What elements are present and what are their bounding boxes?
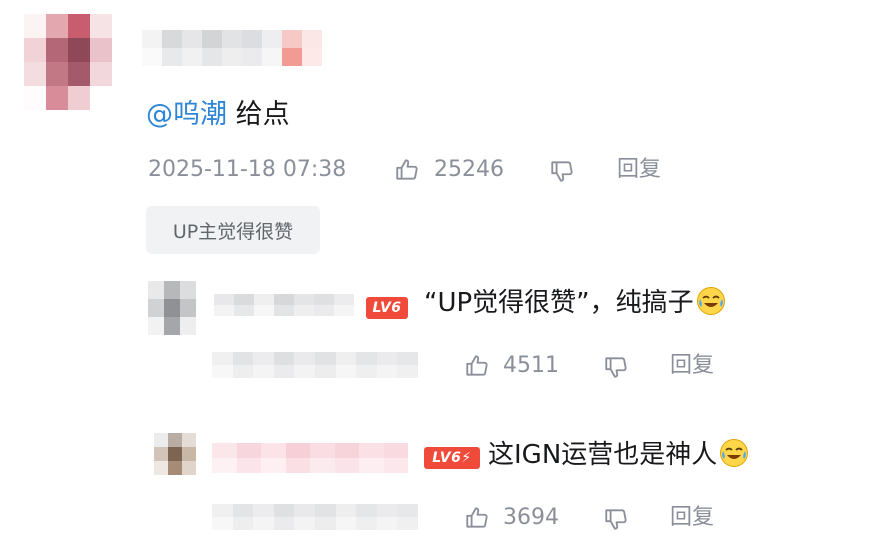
- mention-link[interactable]: @呜潮: [146, 99, 227, 130]
- crying-laughing-emoji: [696, 287, 725, 315]
- reply-username[interactable]: [212, 443, 408, 473]
- like-count: 25246: [434, 157, 504, 182]
- comment-timestamp: 2025-11-18 07:38: [148, 157, 347, 182]
- thumbs-up-icon[interactable]: [464, 353, 490, 379]
- reply-timestamp: [212, 504, 418, 530]
- thumbs-up-icon[interactable]: [464, 505, 490, 531]
- comment-text: 给点: [235, 99, 290, 130]
- reply-text: 这IGN运营也是神人: [488, 438, 749, 471]
- username-main[interactable]: [142, 30, 322, 66]
- level-badge: LV6: [366, 297, 408, 319]
- reply-button[interactable]: 回复: [670, 504, 714, 532]
- up-liked-badge: UP主觉得很赞: [146, 206, 320, 254]
- reply-text: “UP觉得很赞”，纯搞子: [424, 286, 726, 319]
- reply-button[interactable]: 回复: [670, 352, 714, 380]
- avatar-main[interactable]: [24, 14, 112, 110]
- reply-button[interactable]: 回复: [617, 156, 661, 184]
- thumbs-down-icon[interactable]: [549, 158, 575, 184]
- reply-avatar[interactable]: [154, 433, 196, 475]
- reply-username[interactable]: [214, 294, 354, 316]
- like-count: 4511: [503, 353, 559, 378]
- thumbs-down-icon[interactable]: [603, 354, 629, 380]
- like-count: 3694: [503, 505, 559, 530]
- reply-timestamp: [212, 352, 418, 378]
- thumbs-down-icon[interactable]: [603, 506, 629, 532]
- crying-laughing-emoji: [720, 439, 749, 467]
- thumbs-up-icon[interactable]: [394, 157, 420, 183]
- comment-body: @呜潮 给点: [146, 98, 290, 132]
- level-badge: LV6⚡: [424, 447, 480, 469]
- reply-avatar[interactable]: [148, 281, 196, 335]
